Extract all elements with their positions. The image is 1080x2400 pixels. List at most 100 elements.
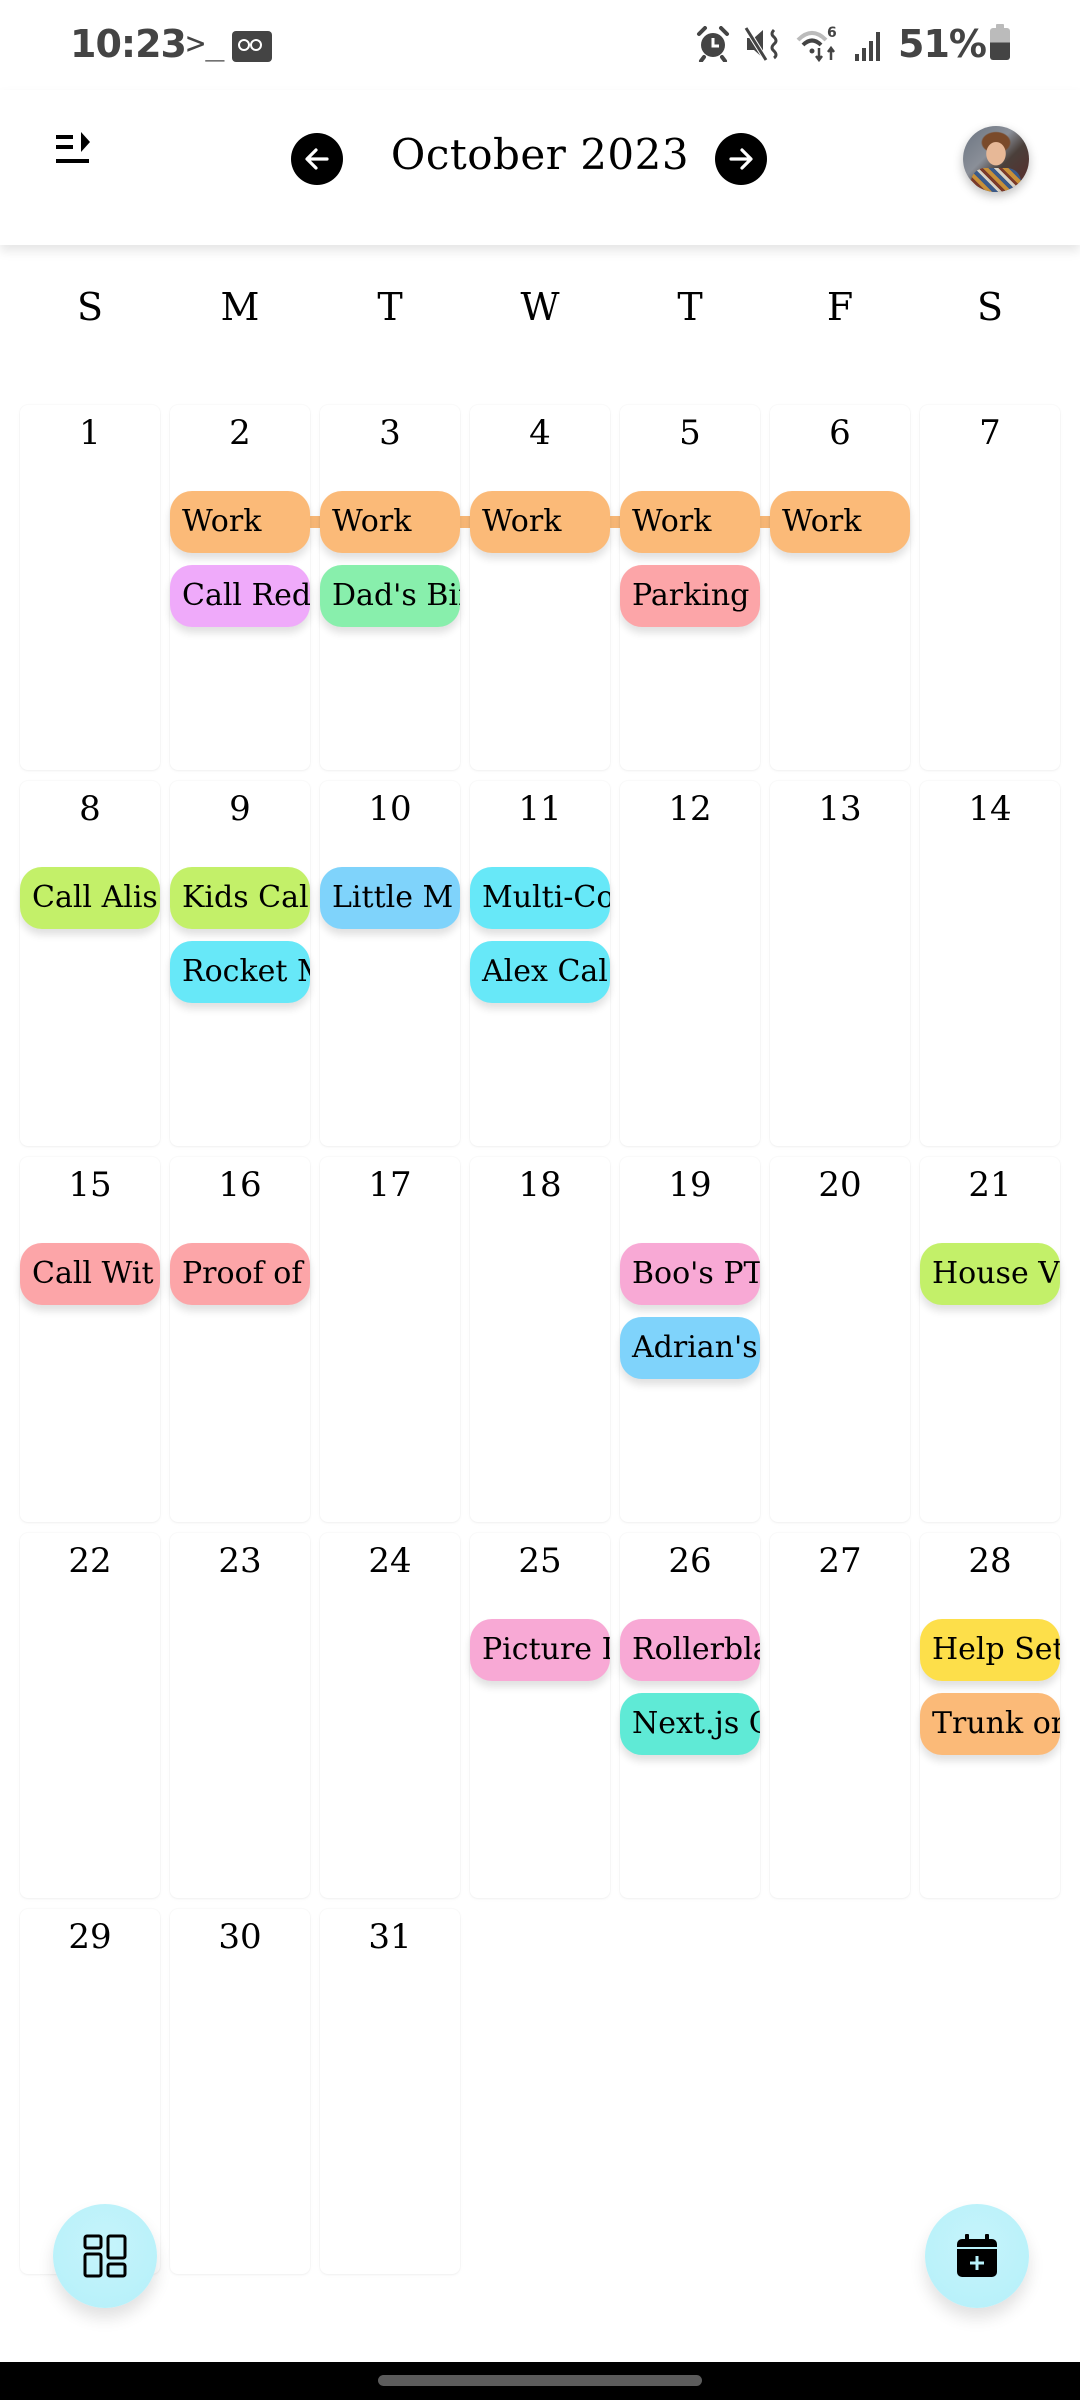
event-chip[interactable]: Little M: [320, 867, 460, 929]
day-number: 12: [668, 789, 712, 829]
day-number: 21: [968, 1165, 1012, 1205]
event-chip[interactable]: Kids Cal: [170, 867, 310, 929]
day-cell[interactable]: 26 Rollerbla Next.js C: [620, 1533, 760, 1898]
day-number: 9: [229, 789, 251, 829]
event-chip[interactable]: Boo's PT: [620, 1243, 760, 1305]
event-chip[interactable]: Call Alis: [20, 867, 160, 929]
event-chip[interactable]: Work: [170, 491, 310, 553]
day-cell[interactable]: 25 Picture I: [470, 1533, 610, 1898]
menu-expand-icon: [56, 132, 90, 163]
event-chip[interactable]: Proof of: [170, 1243, 310, 1305]
day-cell[interactable]: 23: [170, 1533, 310, 1898]
day-cell[interactable]: 9 Kids Cal Rocket M: [170, 781, 310, 1146]
next-month-button[interactable]: [715, 133, 767, 185]
avatar[interactable]: [963, 126, 1029, 192]
day-number: 2: [229, 413, 251, 453]
day-cell[interactable]: 16 Proof of: [170, 1157, 310, 1522]
day-number: 15: [68, 1165, 112, 1205]
day-number: 30: [218, 1917, 262, 1957]
event-chip[interactable]: Rocket M: [170, 941, 310, 1003]
day-number: 17: [368, 1165, 412, 1205]
weekday-fri: F: [826, 285, 854, 329]
day-number: 27: [818, 1541, 862, 1581]
dashboard-layout-icon: [83, 2234, 127, 2278]
day-cell[interactable]: 31: [320, 1909, 460, 2274]
event-chip[interactable]: Help Set: [920, 1619, 1060, 1681]
day-cell[interactable]: 11 Multi-Co Alex Cal: [470, 781, 610, 1146]
day-cell[interactable]: 6 Work: [770, 405, 910, 770]
day-cell[interactable]: 1: [20, 405, 160, 770]
day-number: 4: [529, 413, 551, 453]
event-chip[interactable]: Adrian's: [620, 1317, 760, 1379]
battery-percent: 51%: [898, 22, 987, 66]
event-chip[interactable]: Picture I: [470, 1619, 610, 1681]
day-number: 23: [218, 1541, 262, 1581]
prev-month-button[interactable]: [291, 133, 343, 185]
day-number: 11: [518, 789, 562, 829]
event-chip[interactable]: Work: [620, 491, 760, 553]
day-cell[interactable]: 18: [470, 1157, 610, 1522]
day-cell[interactable]: 5 Work Parking: [620, 405, 770, 770]
day-number: 28: [968, 1541, 1012, 1581]
day-number: 14: [968, 789, 1012, 829]
menu-button[interactable]: [40, 120, 110, 180]
svg-text:6: 6: [827, 25, 837, 41]
day-cell[interactable]: 27: [770, 1533, 910, 1898]
event-chip[interactable]: Work: [770, 491, 910, 553]
month-title[interactable]: October 2023: [391, 130, 689, 179]
event-chip[interactable]: Call Red: [170, 565, 310, 627]
day-cell[interactable]: 20: [770, 1157, 910, 1522]
day-number: 3: [379, 413, 401, 453]
day-cell[interactable]: 8 Call Alis: [20, 781, 160, 1146]
day-number: 8: [79, 789, 101, 829]
alarm-icon: [697, 26, 730, 62]
event-chip[interactable]: Next.js C: [620, 1693, 760, 1755]
status-bar: 10:23 >_ 6 51%: [0, 0, 1080, 90]
day-cell[interactable]: 30: [170, 1909, 310, 2274]
event-chip[interactable]: Dad's Bir: [320, 565, 460, 627]
event-chip[interactable]: House V: [920, 1243, 1060, 1305]
day-cell[interactable]: 24: [320, 1533, 460, 1898]
event-chip[interactable]: Call Wit: [20, 1243, 160, 1305]
wifi-6-icon: 6: [796, 25, 837, 63]
event-chip[interactable]: Parking: [620, 565, 760, 627]
event-chip[interactable]: Trunk or: [920, 1693, 1060, 1755]
calendar-add-icon: [957, 2234, 997, 2277]
week-row: 22 23 24 25 Picture I 26 Rollerbla Next.js C 27 2…: [0, 1533, 1080, 1898]
day-number: 16: [218, 1165, 262, 1205]
day-cell[interactable]: 14: [920, 781, 1060, 1146]
day-cell[interactable]: 13: [770, 781, 910, 1146]
week-row: 15 Call Wit 16 Proof of 17 18 19 Boo's PT Adrian…: [0, 1157, 1080, 1522]
day-cell[interactable]: 7: [920, 405, 1060, 770]
day-cell[interactable]: 22: [20, 1533, 160, 1898]
day-cell[interactable]: 28 Help Set Trunk or: [920, 1533, 1060, 1898]
change-view-button[interactable]: [53, 2204, 157, 2308]
day-cell[interactable]: 19 Boo's PT Adrian's: [620, 1157, 760, 1522]
day-cell[interactable]: 4 Work: [470, 405, 620, 770]
day-number: 19: [668, 1165, 712, 1205]
event-chip[interactable]: Rollerbla: [620, 1619, 760, 1681]
event-chip[interactable]: Multi-Co: [470, 867, 610, 929]
week-row: 8 Call Alis 9 Kids Cal Rocket M 10 Little M 11 M…: [0, 781, 1080, 1146]
day-number: 26: [668, 1541, 712, 1581]
day-cell[interactable]: 12: [620, 781, 760, 1146]
mute-vibrate-icon: [744, 26, 778, 62]
day-cell[interactable]: 2 Work Call Red: [170, 405, 320, 770]
battery-icon: [990, 24, 1010, 60]
day-cell[interactable]: 15 Call Wit: [20, 1157, 160, 1522]
add-event-button[interactable]: [925, 2204, 1029, 2308]
day-cell[interactable]: 21 House V: [920, 1157, 1060, 1522]
weekday-sat: S: [976, 285, 1004, 329]
event-chip[interactable]: Work: [470, 491, 610, 553]
event-chip[interactable]: Alex Cal: [470, 941, 610, 1003]
home-gesture-handle[interactable]: [378, 2375, 702, 2386]
event-chip[interactable]: Work: [320, 491, 460, 553]
day-cell[interactable]: 10 Little M: [320, 781, 460, 1146]
day-cell[interactable]: 3 Work Dad's Bir: [320, 405, 470, 770]
voicemail-icon: [232, 31, 272, 62]
day-number: 24: [368, 1541, 412, 1581]
day-cell[interactable]: 17: [320, 1157, 460, 1522]
day-number: 6: [829, 413, 851, 453]
arrow-left-icon: [305, 148, 329, 170]
day-number: 22: [68, 1541, 112, 1581]
